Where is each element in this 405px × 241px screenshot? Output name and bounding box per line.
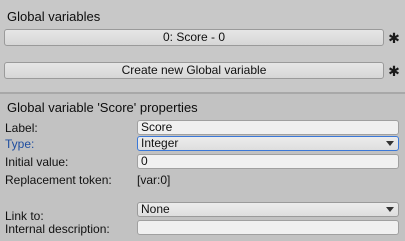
initial-value-caption: Initial value: <box>5 155 69 169</box>
properties-title: Global variable 'Score' properties <box>7 100 198 115</box>
type-dropdown[interactable]: Integer <box>137 136 399 151</box>
gear-icon[interactable]: ✱ <box>387 64 401 78</box>
gear-icon[interactable]: ✱ <box>387 31 401 45</box>
link-to-caption: Link to: <box>5 209 44 223</box>
global-variables-title: Global variables <box>7 9 101 24</box>
chevron-down-icon <box>386 207 394 212</box>
initial-value-input[interactable]: 0 <box>137 154 399 169</box>
replacement-token-value: [var:0] <box>137 173 171 187</box>
type-dropdown-value: Integer <box>141 136 179 150</box>
internal-description-caption: Internal description: <box>5 222 110 236</box>
variable-item-score[interactable]: 0: Score - 0 <box>4 29 384 46</box>
variable-properties-panel: Global variable 'Score' properties Label… <box>0 94 405 241</box>
replacement-token-caption: Replacement token: <box>5 173 112 187</box>
chevron-down-icon <box>386 141 394 146</box>
label-caption: Label: <box>5 121 38 135</box>
internal-description-input[interactable] <box>137 220 399 235</box>
link-to-dropdown[interactable]: None <box>137 202 399 217</box>
type-caption: Type: <box>5 137 35 151</box>
link-to-dropdown-value: None <box>141 202 170 216</box>
global-variables-panel: Global variables 0: Score - 0 ✱ Create n… <box>0 0 405 92</box>
label-input[interactable]: Score <box>137 120 399 135</box>
create-global-variable-button[interactable]: Create new Global variable <box>4 62 384 79</box>
